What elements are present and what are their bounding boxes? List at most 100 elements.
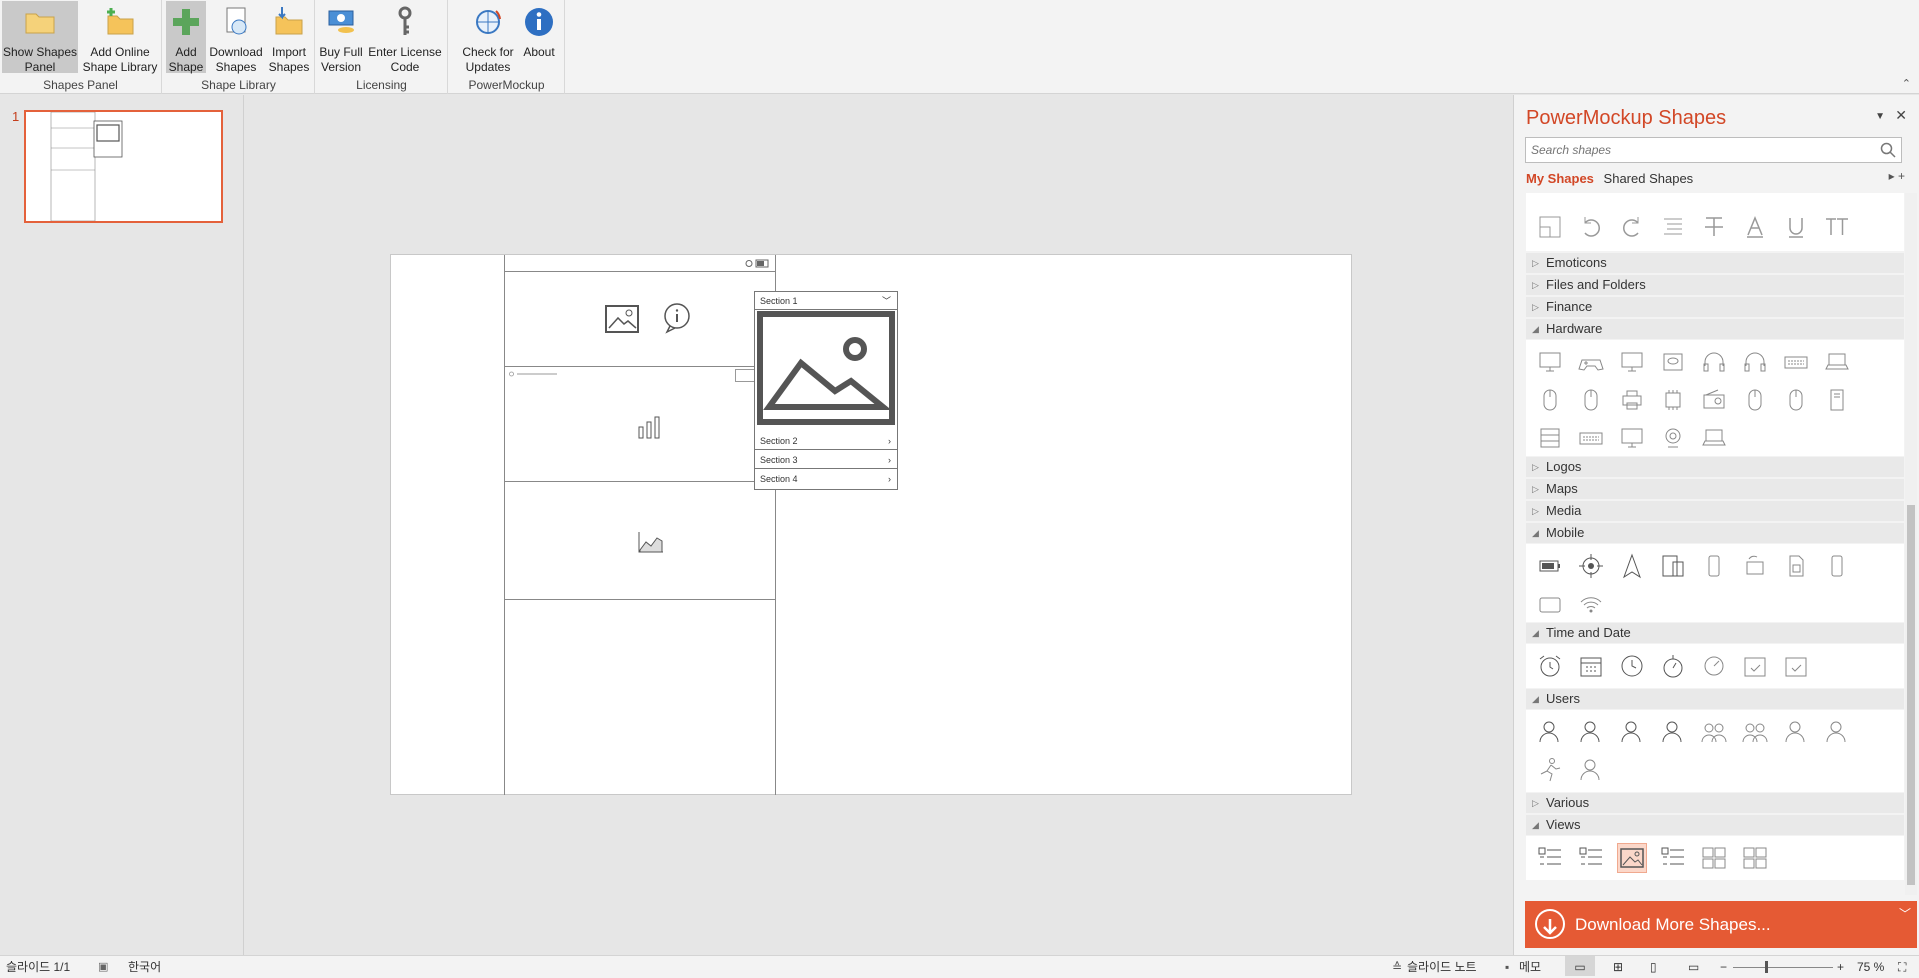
user-search-icon[interactable] — [1659, 718, 1687, 746]
about-button[interactable]: About — [517, 1, 561, 73]
list-view-icon[interactable] — [1536, 844, 1564, 872]
timer-icon[interactable] — [1700, 652, 1728, 680]
accordion-section-1[interactable]: Section 1 ﹀ — [755, 292, 897, 310]
user-remove-icon[interactable] — [1823, 718, 1851, 746]
category-hardware[interactable]: ◢ Hardware — [1526, 319, 1904, 339]
tree-view-icon[interactable] — [1659, 844, 1687, 872]
check-updates-button[interactable]: Check for Updates — [461, 1, 515, 74]
proofing-icon[interactable]: ▣ — [98, 956, 108, 978]
tv-icon[interactable] — [1618, 424, 1646, 452]
navigation-icon[interactable] — [1618, 552, 1646, 580]
strikethrough-icon[interactable] — [1700, 213, 1728, 241]
accordion-widget[interactable]: Section 1 ﹀ Section 2 › Section 3 › Section… — [754, 291, 898, 490]
tab-scroll-controls[interactable]: ▸ + — [1889, 169, 1905, 183]
image-view-icon[interactable] — [1617, 843, 1647, 873]
radio-icon[interactable] — [1700, 386, 1728, 414]
add-online-library-button[interactable]: Add Online Shape Library — [80, 1, 160, 74]
calendar-icon[interactable] — [1577, 652, 1605, 680]
user-edit-icon[interactable] — [1618, 718, 1646, 746]
zoom-in-icon[interactable]: + — [1837, 956, 1844, 978]
devices-icon[interactable] — [1659, 552, 1687, 580]
pc-tower-icon[interactable] — [1823, 386, 1851, 414]
display-icon[interactable] — [1618, 348, 1646, 376]
notes-button[interactable]: 슬라이드 노트 — [1407, 956, 1477, 978]
accordion-section-4[interactable]: Section 4 › — [755, 470, 897, 488]
runner-icon[interactable] — [1536, 756, 1564, 784]
keyboard-icon[interactable] — [1782, 348, 1810, 376]
alarm-clock-icon[interactable] — [1536, 652, 1564, 680]
language[interactable]: 한국어 — [128, 956, 161, 978]
baby-icon[interactable] — [1577, 718, 1605, 746]
wifi-icon[interactable] — [1577, 590, 1605, 618]
webcam-icon[interactable] — [1659, 424, 1687, 452]
import-shapes-button[interactable]: Import Shapes — [266, 1, 312, 74]
category-logos[interactable]: ▷ Logos — [1526, 457, 1904, 477]
cpu-chip-icon[interactable] — [1659, 386, 1687, 414]
download-more-shapes-button[interactable]: Download More Shapes... ﹀ — [1525, 901, 1917, 948]
category-users[interactable]: ◢ Users — [1526, 689, 1904, 709]
checklist-view-icon[interactable] — [1577, 844, 1605, 872]
buy-full-version-button[interactable]: Buy Full Version — [319, 1, 363, 74]
calendar-check-icon[interactable] — [1782, 652, 1810, 680]
search-icon[interactable] — [1880, 142, 1896, 158]
category-media[interactable]: ▷ Media — [1526, 501, 1904, 521]
user-generic-icon[interactable] — [1577, 756, 1605, 784]
sim-card-icon[interactable] — [1782, 552, 1810, 580]
add-shape-button[interactable]: Add Shape — [166, 1, 206, 74]
slide-sorter-icon[interactable]: ⊞ — [1613, 956, 1623, 978]
mouse-scroll-icon[interactable] — [1782, 386, 1810, 414]
accordion-section-3[interactable]: Section 3 › — [755, 451, 897, 469]
tab-my-shapes[interactable]: My Shapes — [1526, 171, 1594, 186]
fit-to-window-icon[interactable]: ⛶ — [1898, 956, 1906, 978]
category-maps[interactable]: ▷ Maps — [1526, 479, 1904, 499]
scrollbar-thumb[interactable] — [1907, 505, 1915, 885]
gps-icon[interactable] — [1577, 552, 1605, 580]
zoom-slider-thumb[interactable] — [1765, 961, 1768, 973]
monitor-icon[interactable] — [1536, 348, 1564, 376]
stopwatch-icon[interactable] — [1659, 652, 1687, 680]
category-finance[interactable]: ▷ Finance — [1526, 297, 1904, 317]
category-emoticons[interactable]: ▷ Emoticons — [1526, 253, 1904, 273]
tab-shared-shapes[interactable]: Shared Shapes — [1604, 171, 1694, 186]
text-size-icon[interactable] — [1823, 213, 1851, 241]
user-group-icon[interactable] — [1700, 718, 1728, 746]
user-outline-icon[interactable] — [1782, 718, 1810, 746]
reading-view-icon[interactable]: ▯ — [1650, 956, 1657, 978]
mouse-icon[interactable] — [1536, 386, 1564, 414]
category-various[interactable]: ▷ Various — [1526, 793, 1904, 813]
category-files-folders[interactable]: ▷ Files and Folders — [1526, 275, 1904, 295]
comments-button[interactable]: 메모 — [1519, 956, 1541, 978]
show-shapes-panel-button[interactable]: Show Shapes Panel — [2, 1, 78, 74]
chevron-down-icon[interactable]: ﹀ — [1899, 891, 1911, 938]
mouse-wireless-icon[interactable] — [1741, 386, 1769, 414]
download-shapes-button[interactable]: Download Shapes — [208, 1, 264, 74]
category-time-date[interactable]: ◢ Time and Date — [1526, 623, 1904, 643]
search-input[interactable] — [1526, 138, 1866, 162]
battery-icon[interactable] — [1536, 552, 1564, 580]
zoom-out-icon[interactable]: − — [1720, 956, 1727, 978]
undo-icon[interactable] — [1577, 213, 1605, 241]
panel-menu-icon[interactable]: ▼ — [1875, 111, 1885, 122]
gamepad-icon[interactable] — [1577, 348, 1605, 376]
phone-rotate-icon[interactable] — [1700, 552, 1728, 580]
clock-icon[interactable] — [1618, 652, 1646, 680]
zoom-level[interactable]: 75 % — [1857, 956, 1884, 978]
slide-thumbnail[interactable] — [24, 110, 223, 223]
zoom-slider-track[interactable] — [1733, 967, 1833, 968]
redo-icon[interactable] — [1618, 213, 1646, 241]
panel-scrollbar[interactable] — [1905, 193, 1917, 895]
tablet-icon[interactable] — [1536, 590, 1564, 618]
enter-license-code-button[interactable]: Enter License Code — [365, 1, 445, 74]
tile-view-icon[interactable] — [1741, 844, 1769, 872]
mouse-wired-icon[interactable] — [1577, 386, 1605, 414]
close-icon[interactable]: ✕ — [1895, 107, 1907, 124]
calendar-map-icon[interactable] — [1741, 652, 1769, 680]
category-views[interactable]: ◢ Views — [1526, 815, 1904, 835]
gallery-view-icon[interactable] — [1700, 844, 1728, 872]
smartphone-icon[interactable] — [1823, 552, 1851, 580]
category-mobile[interactable]: ◢ Mobile — [1526, 523, 1904, 543]
headset-icon[interactable] — [1741, 348, 1769, 376]
underline-icon[interactable] — [1782, 213, 1810, 241]
headphones-icon[interactable] — [1700, 348, 1728, 376]
media-player-icon[interactable] — [1577, 424, 1605, 452]
